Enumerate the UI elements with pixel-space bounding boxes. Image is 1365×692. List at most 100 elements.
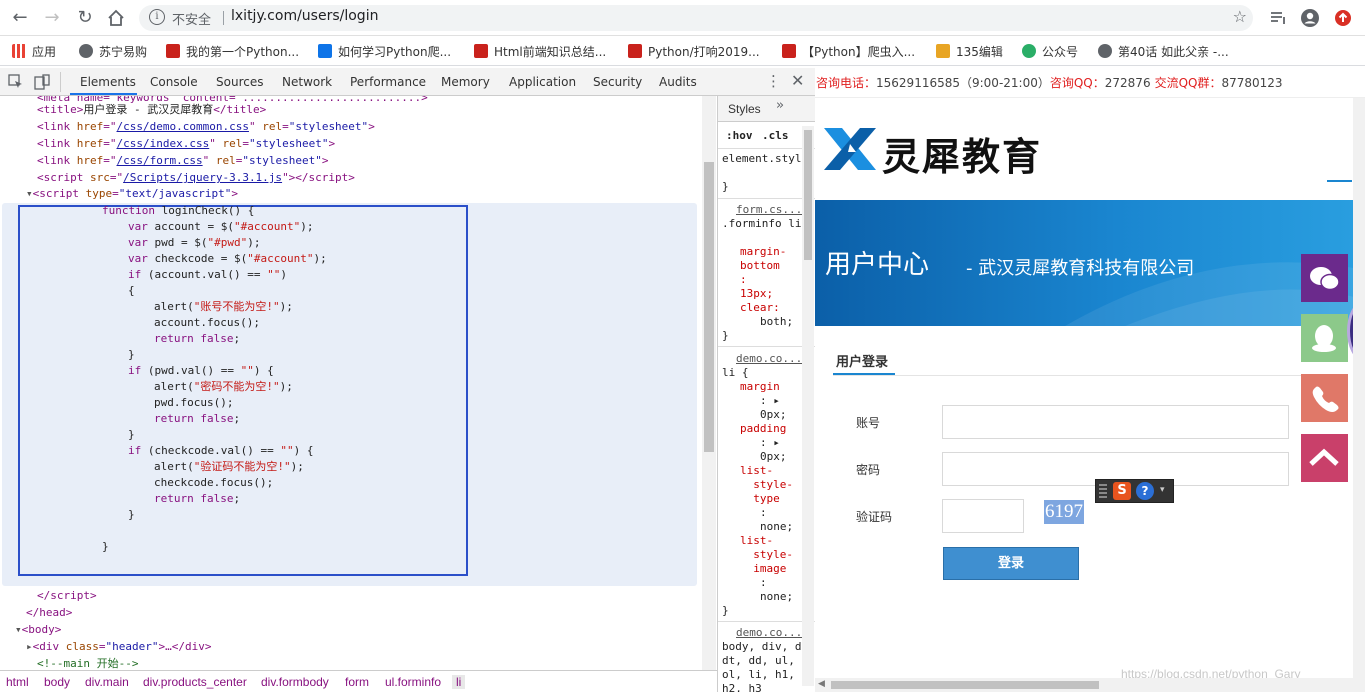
captcha-image[interactable]: 6197: [1044, 500, 1084, 524]
tab-network[interactable]: Network: [282, 75, 332, 89]
bookmark-csdn-4[interactable]: 【Python】爬虫入...: [782, 43, 915, 60]
scroll-thumb[interactable]: [704, 162, 714, 452]
page-vertical-scrollbar[interactable]: [1353, 98, 1365, 678]
styles-scrollbar[interactable]: [802, 126, 814, 686]
info-icon[interactable]: i: [149, 9, 165, 25]
menu-arrow-icon[interactable]: ▾: [1160, 485, 1165, 495]
account-input[interactable]: [942, 405, 1289, 439]
code-line-body[interactable]: ▾<body>: [15, 622, 61, 638]
breadcrumb-item-active[interactable]: li: [452, 675, 466, 689]
phone-float-button[interactable]: [1301, 374, 1348, 422]
tab-performance[interactable]: Performance: [350, 75, 426, 89]
js-line: function loginCheck() {: [102, 204, 255, 217]
drag-handle-icon[interactable]: [1099, 484, 1107, 498]
ime-toolbar[interactable]: S ? ▾: [1095, 479, 1174, 503]
code-line-link[interactable]: <link href="/css/index.css" rel="stylesh…: [37, 136, 335, 152]
rule-close: }: [722, 604, 729, 617]
device-toolbar-icon[interactable]: [34, 74, 50, 90]
help-icon[interactable]: ?: [1136, 482, 1154, 500]
code-line-script-src[interactable]: <script src="/Scripts/jquery-3.3.1.js"><…: [37, 170, 355, 186]
breadcrumb-item[interactable]: ul.forminfo: [385, 675, 441, 689]
css-property[interactable]: margin- bottom : 13px;: [740, 245, 786, 301]
bookmark-star-icon[interactable]: ☆: [1233, 7, 1247, 26]
elements-tree[interactable]: <meta name="keywords" content=".........…: [0, 96, 700, 670]
styles-divider: [718, 621, 815, 622]
more-options-icon[interactable]: ⋮: [766, 72, 781, 90]
bookmark-wechat-mp[interactable]: 公众号: [1022, 43, 1078, 60]
breadcrumb-item[interactable]: body: [44, 675, 70, 689]
css-value[interactable]: : ▸ 0px;: [760, 436, 787, 464]
scroll-left-icon[interactable]: ◀: [818, 679, 825, 689]
sogou-icon[interactable]: S: [1113, 482, 1131, 500]
wechat-icon: [1310, 267, 1340, 291]
code-line-head-close[interactable]: </head>: [26, 605, 72, 621]
breadcrumb-item[interactable]: html: [6, 675, 29, 689]
bookmark-apps[interactable]: 应用: [12, 43, 56, 60]
wechat-float-button[interactable]: [1301, 254, 1348, 302]
scroll-thumb[interactable]: [804, 130, 812, 260]
captcha-input[interactable]: [942, 499, 1024, 533]
url-text[interactable]: lxitjy.com/users/login: [231, 8, 378, 24]
update-icon[interactable]: [1333, 8, 1353, 28]
bookmark-episode[interactable]: 第40话 如此父亲 -...: [1098, 43, 1229, 60]
breadcrumb-item[interactable]: div.products_center: [143, 675, 247, 689]
css-value[interactable]: : ▸ 0px;: [760, 394, 787, 422]
css-value[interactable]: : none;: [760, 506, 793, 534]
home-icon[interactable]: [104, 6, 128, 30]
expand-panel-icon[interactable]: »: [776, 99, 784, 113]
breadcrumb-item[interactable]: form: [345, 675, 369, 689]
code-line-link[interactable]: <link href="/css/demo.common.css" rel="s…: [37, 119, 375, 135]
address-bar[interactable]: i 不安全 lxitjy.com/users/login ☆: [139, 5, 1253, 31]
login-tab[interactable]: 用户登录: [836, 351, 888, 370]
back-to-top-button[interactable]: [1301, 434, 1348, 482]
breadcrumb-item[interactable]: div.formbody: [261, 675, 329, 689]
rule-source-link[interactable]: form.cs...: [736, 203, 802, 217]
profile-avatar-icon[interactable]: [1300, 8, 1320, 28]
login-button[interactable]: 登录: [943, 547, 1079, 580]
rule-source-link[interactable]: demo.co...: [736, 626, 802, 640]
playlist-icon[interactable]: [1269, 8, 1289, 28]
rule-source-link[interactable]: demo.co...: [736, 352, 802, 366]
back-icon[interactable]: ←: [8, 6, 32, 30]
code-line-script-close[interactable]: </script>: [37, 588, 97, 604]
css-property[interactable]: padding: [740, 422, 786, 436]
elements-scrollbar[interactable]: [702, 96, 716, 670]
code-line-link[interactable]: <link href="/css/form.css" rel="styleshe…: [37, 153, 328, 169]
tab-security[interactable]: Security: [593, 75, 642, 89]
inspect-element-icon[interactable]: [8, 74, 24, 90]
css-property[interactable]: clear:: [740, 301, 780, 315]
code-line-header-div[interactable]: ▸<div class="header">…</div>: [26, 639, 211, 655]
bookmark-zhihu[interactable]: 如何学习Python爬...: [318, 43, 451, 60]
code-line-script-open[interactable]: ▾<script type="text/javascript">: [26, 186, 238, 202]
bookmark-csdn-3[interactable]: Python/打响2019...: [628, 43, 760, 60]
tab-memory[interactable]: Memory: [441, 75, 490, 89]
tab-elements[interactable]: Elements: [80, 75, 136, 89]
forward-icon[interactable]: →: [40, 6, 64, 30]
code-line-title[interactable]: <title>用户登录 - 武汉灵犀教育</title>: [37, 102, 266, 118]
qq-float-button[interactable]: [1301, 314, 1348, 362]
css-property[interactable]: list- style- image: [740, 534, 793, 576]
bookmark-suning[interactable]: 苏宁易购: [79, 43, 147, 60]
breadcrumb-item[interactable]: div.main: [85, 675, 129, 689]
cls-toggle[interactable]: .cls: [762, 129, 789, 143]
reload-icon[interactable]: ↻: [73, 6, 97, 30]
dom-breadcrumb: html body div.main div.products_center d…: [0, 670, 717, 692]
page-horizontal-scrollbar[interactable]: ◀: [815, 678, 1365, 692]
tab-console[interactable]: Console: [150, 75, 198, 89]
tab-application[interactable]: Application: [509, 75, 576, 89]
tab-styles[interactable]: Styles: [728, 102, 761, 116]
hov-toggle[interactable]: :hov: [726, 129, 753, 143]
close-devtools-icon[interactable]: ✕: [791, 71, 804, 90]
bookmark-csdn-1[interactable]: 我的第一个Python...: [166, 43, 299, 60]
omnibox-divider: [223, 11, 224, 25]
css-value[interactable]: both;: [760, 315, 793, 329]
css-property[interactable]: list- style- type: [740, 464, 793, 506]
css-property[interactable]: margin: [740, 380, 780, 394]
tab-audits[interactable]: Audits: [659, 75, 697, 89]
bookmark-csdn-2[interactable]: Html前端知识总结...: [474, 43, 606, 60]
bookmark-135[interactable]: 135编辑: [936, 43, 1003, 60]
css-value[interactable]: : none;: [760, 576, 793, 604]
scroll-thumb[interactable]: [831, 681, 1099, 689]
tab-sources[interactable]: Sources: [216, 75, 263, 89]
site-logo[interactable]: 灵犀教育: [820, 122, 1060, 182]
